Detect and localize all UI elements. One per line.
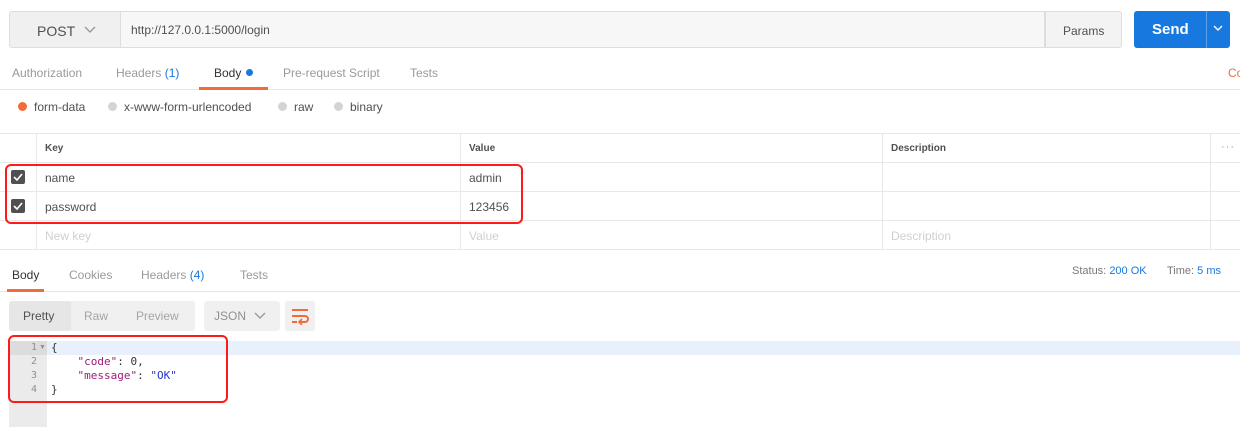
tab-authorization[interactable]: Authorization (12, 66, 82, 80)
wrap-lines-icon (292, 309, 309, 325)
view-preview-button[interactable]: Preview (136, 309, 179, 323)
header-value-cell: Value (461, 134, 883, 162)
status-label: Status: (1072, 265, 1107, 277)
modified-dot-icon (246, 69, 254, 76)
highlight-box (8, 335, 228, 403)
row-end-cell (1211, 221, 1240, 249)
description-cell[interactable] (883, 163, 1211, 191)
active-tab-indicator (7, 289, 44, 292)
radio-icon (334, 102, 343, 111)
radio-icon (108, 102, 117, 111)
send-label: Send (1152, 21, 1189, 38)
header-description-cell: Description (883, 134, 1211, 162)
row-end-cell (1211, 163, 1240, 191)
description-cell[interactable] (883, 192, 1211, 220)
radio-selected-icon (18, 102, 27, 111)
new-key-input[interactable]: New key (37, 221, 461, 249)
response-tab-headers-label: Headers (141, 268, 187, 282)
time-readout: Time: 5 ms (1167, 265, 1221, 277)
status-readout: Status: 200 OK (1072, 265, 1147, 277)
new-value-input[interactable]: Value (461, 221, 883, 249)
send-options-button[interactable] (1206, 11, 1230, 48)
wrap-lines-button[interactable] (285, 301, 315, 331)
radio-binary-label: binary (350, 100, 383, 114)
body-type-selector: form-data x-www-form-urlencoded raw bina… (0, 100, 1240, 120)
tab-headers[interactable]: Headers (1) (116, 66, 179, 80)
column-value-header: Value (469, 143, 496, 154)
headers-count-badge: (1) (164, 66, 180, 80)
language-select[interactable]: JSON (204, 301, 280, 331)
header-key-cell: Key (37, 134, 461, 162)
view-pretty-button[interactable]: Pretty (23, 309, 54, 323)
chevron-down-icon (254, 312, 266, 319)
response-tab-headers[interactable]: Headers (4) (141, 268, 204, 282)
tab-headers-label: Headers (116, 66, 162, 80)
params-button[interactable]: Params (1045, 11, 1122, 48)
url-text: http://127.0.0.1:5000/login (131, 23, 270, 37)
new-value-placeholder: Value (469, 229, 499, 243)
response-tab-cookies[interactable]: Cookies (69, 268, 112, 282)
response-headers-count-badge: (4) (189, 268, 205, 282)
highlight-box (5, 164, 523, 224)
view-mode-switcher: Pretty Raw Preview (9, 301, 195, 331)
tab-body-label: Body (214, 66, 242, 80)
view-raw-button[interactable]: Raw (84, 309, 108, 323)
response-tabs: Body Cookies Headers (4) Tests Status: 2… (0, 260, 1240, 292)
checkbox-cell (0, 221, 37, 249)
new-key-placeholder: New key (45, 229, 92, 243)
time-value: 5 ms (1197, 265, 1221, 277)
response-tab-tests[interactable]: Tests (240, 268, 268, 282)
new-description-placeholder: Description (891, 229, 952, 243)
chevron-down-icon (1213, 25, 1223, 31)
request-bar: POST http://127.0.0.1:5000/login Params … (9, 11, 1240, 49)
method-select[interactable]: POST (9, 11, 121, 48)
tab-body[interactable]: Body (214, 66, 254, 80)
radio-form-data-label: form-data (34, 100, 86, 114)
radio-icon (278, 102, 287, 111)
more-icon: ··· (1221, 141, 1235, 153)
url-input[interactable]: http://127.0.0.1:5000/login (121, 11, 1045, 48)
value-cell[interactable]: admin (461, 163, 883, 191)
request-tabs: Authorization Headers (1) Body Pre-reque… (0, 58, 1240, 90)
params-label: Params (1063, 24, 1105, 38)
active-tab-indicator (199, 87, 268, 90)
new-row: New key Value Description (0, 221, 1240, 250)
row-end-cell (1211, 192, 1240, 220)
response-tab-body[interactable]: Body (12, 268, 39, 282)
time-label: Time: (1167, 265, 1195, 277)
method-label: POST (37, 23, 76, 39)
status-value: 200 OK (1109, 265, 1147, 277)
header-checkbox-cell (0, 134, 37, 162)
radio-urlencoded-label: x-www-form-urlencoded (124, 100, 252, 114)
radio-raw-label: raw (294, 100, 314, 114)
chevron-down-icon (84, 26, 96, 33)
send-button[interactable]: Send (1134, 11, 1206, 48)
tab-prerequest-script[interactable]: Pre-request Script (283, 66, 380, 80)
table-header-row: Key Value Description ··· (0, 133, 1240, 163)
more-options-button[interactable]: ··· (1211, 134, 1240, 162)
cookies-link[interactable]: Co (1228, 66, 1240, 80)
new-description-input[interactable]: Description (883, 221, 1211, 249)
language-label: JSON (214, 309, 247, 323)
value-cell[interactable]: 123456 (461, 192, 883, 220)
column-key-header: Key (45, 143, 64, 154)
column-description-header: Description (891, 143, 947, 154)
tab-tests[interactable]: Tests (410, 66, 438, 80)
